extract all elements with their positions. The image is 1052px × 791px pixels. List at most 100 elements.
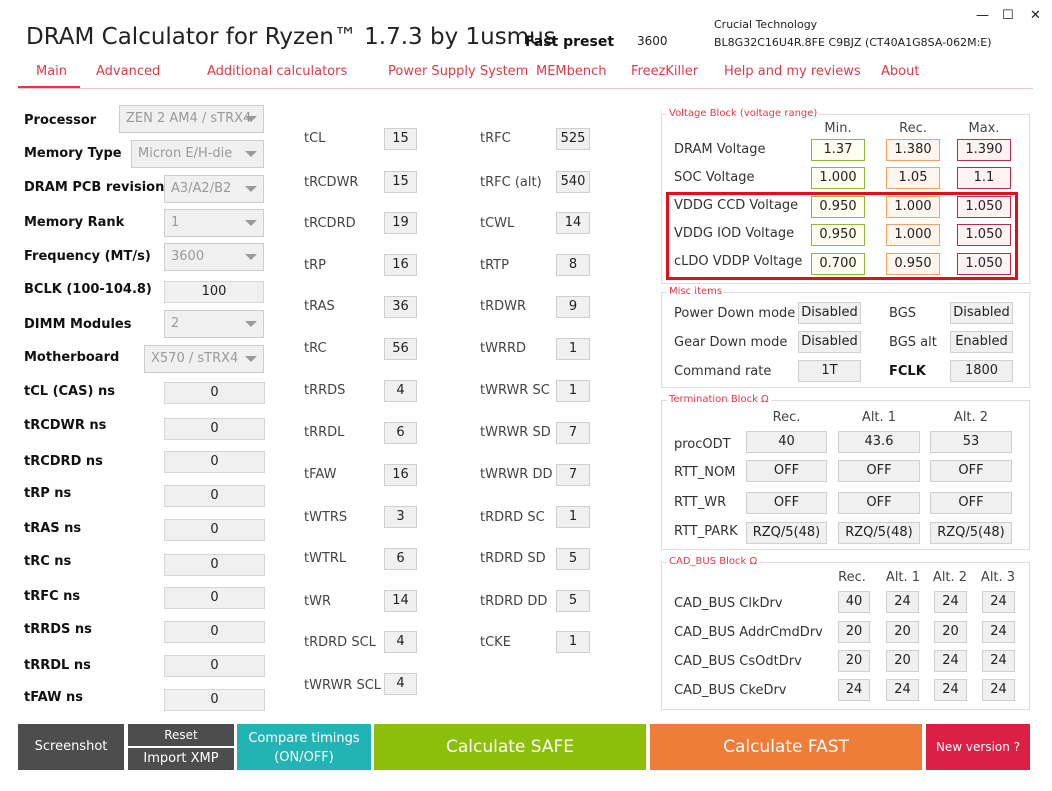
ns-input[interactable]: 0 bbox=[164, 485, 265, 507]
ns-input[interactable]: 0 bbox=[164, 655, 265, 677]
termination-value[interactable]: OFF bbox=[838, 492, 920, 514]
timing-input[interactable]: 15 bbox=[384, 171, 417, 193]
cadbus-value[interactable]: 24 bbox=[982, 621, 1015, 643]
calculate-fast-button[interactable]: Calculate FAST bbox=[650, 724, 922, 770]
timing-input[interactable]: 3 bbox=[384, 506, 417, 528]
timing-input[interactable]: 525 bbox=[556, 128, 590, 150]
voltage-min[interactable]: 1.37 bbox=[811, 139, 865, 161]
ns-input[interactable]: 0 bbox=[164, 587, 265, 609]
cadbus-value[interactable]: 24 bbox=[982, 679, 1015, 701]
voltage-rec[interactable]: 0.950 bbox=[886, 253, 940, 275]
ns-input[interactable]: 0 bbox=[164, 418, 265, 440]
ns-input[interactable]: 0 bbox=[164, 689, 265, 711]
cadbus-value[interactable]: 24 bbox=[934, 650, 967, 672]
power-down-value[interactable]: Disabled bbox=[798, 302, 861, 324]
timing-input[interactable]: 36 bbox=[384, 296, 417, 318]
pcb-revision-select[interactable]: A3/A2/B2 bbox=[164, 175, 264, 203]
ns-input[interactable]: 0 bbox=[164, 519, 265, 541]
voltage-max[interactable]: 1.050 bbox=[957, 253, 1011, 275]
termination-value[interactable]: RZQ/5(48) bbox=[930, 522, 1012, 544]
bclk-input[interactable]: 100 bbox=[164, 281, 264, 303]
voltage-min[interactable]: 0.950 bbox=[811, 224, 865, 246]
termination-value[interactable]: OFF bbox=[746, 492, 827, 514]
dimm-modules-select[interactable]: 2 bbox=[164, 310, 264, 338]
timing-input[interactable]: 7 bbox=[556, 464, 590, 486]
timing-input[interactable]: 56 bbox=[384, 338, 417, 360]
cadbus-value[interactable]: 24 bbox=[886, 679, 919, 701]
tab-freezkiller[interactable]: FreezKiller bbox=[631, 64, 698, 79]
termination-value[interactable]: 40 bbox=[746, 431, 827, 453]
timing-input[interactable]: 14 bbox=[384, 590, 417, 612]
voltage-rec[interactable]: 1.000 bbox=[886, 196, 940, 218]
calculate-safe-button[interactable]: Calculate SAFE bbox=[374, 724, 646, 770]
cadbus-value[interactable]: 40 bbox=[838, 591, 870, 613]
timing-input[interactable]: 1 bbox=[556, 338, 590, 360]
processor-select[interactable]: ZEN 2 AM4 / sTRX4 bbox=[119, 105, 264, 133]
voltage-min[interactable]: 0.950 bbox=[811, 196, 865, 218]
tab-membench[interactable]: MEMbench bbox=[536, 64, 607, 79]
timing-input[interactable]: 14 bbox=[556, 212, 590, 234]
timing-input[interactable]: 1 bbox=[556, 380, 590, 402]
command-rate-value[interactable]: 1T bbox=[798, 360, 861, 382]
timing-input[interactable]: 1 bbox=[556, 631, 590, 653]
termination-value[interactable]: RZQ/5(48) bbox=[838, 522, 920, 544]
fclk-value[interactable]: 1800 bbox=[950, 360, 1013, 382]
screenshot-button[interactable]: Screenshot bbox=[18, 724, 124, 770]
cadbus-value[interactable]: 20 bbox=[934, 621, 967, 643]
timing-input[interactable]: 8 bbox=[556, 254, 590, 276]
timing-input[interactable]: 4 bbox=[384, 380, 417, 402]
bgs-value[interactable]: Disabled bbox=[950, 302, 1013, 324]
reset-button[interactable]: Reset bbox=[128, 724, 234, 746]
cadbus-value[interactable]: 24 bbox=[934, 679, 967, 701]
memory-type-select[interactable]: Micron E/H-die bbox=[131, 140, 264, 168]
ns-input[interactable]: 0 bbox=[164, 554, 265, 576]
voltage-rec[interactable]: 1.05 bbox=[886, 167, 940, 189]
termination-value[interactable]: 53 bbox=[930, 431, 1012, 453]
ns-input[interactable]: 0 bbox=[164, 382, 265, 404]
cadbus-value[interactable]: 24 bbox=[982, 591, 1015, 613]
termination-value[interactable]: 43.6 bbox=[838, 431, 920, 453]
timing-input[interactable]: 6 bbox=[384, 422, 417, 444]
cadbus-value[interactable]: 24 bbox=[886, 591, 919, 613]
tab-power-supply-system[interactable]: Power Supply System bbox=[388, 64, 528, 79]
termination-value[interactable]: OFF bbox=[930, 460, 1012, 482]
minimize-icon[interactable]: — bbox=[976, 8, 989, 23]
termination-value[interactable]: RZQ/5(48) bbox=[746, 522, 827, 544]
cadbus-value[interactable]: 24 bbox=[982, 650, 1015, 672]
cadbus-value[interactable]: 24 bbox=[934, 591, 967, 613]
cadbus-value[interactable]: 20 bbox=[886, 621, 919, 643]
timing-input[interactable]: 5 bbox=[556, 548, 590, 570]
new-version-button[interactable]: New version ? bbox=[926, 724, 1030, 770]
tab-about[interactable]: About bbox=[881, 64, 919, 79]
motherboard-select[interactable]: X570 / sTRX4 bbox=[144, 345, 264, 373]
timing-input[interactable]: 540 bbox=[556, 171, 590, 193]
cadbus-value[interactable]: 20 bbox=[838, 621, 870, 643]
termination-value[interactable]: OFF bbox=[930, 492, 1012, 514]
timing-input[interactable]: 1 bbox=[556, 506, 590, 528]
close-icon[interactable]: ✕ bbox=[1030, 8, 1041, 23]
cadbus-value[interactable]: 20 bbox=[838, 650, 870, 672]
gear-down-value[interactable]: Disabled bbox=[798, 331, 861, 353]
compare-timings-button[interactable]: Compare timings (ON/OFF) bbox=[237, 724, 371, 770]
frequency-select[interactable]: 3600 bbox=[164, 243, 264, 271]
import-xmp-button[interactable]: Import XMP bbox=[128, 748, 234, 770]
cadbus-value[interactable]: 20 bbox=[886, 650, 919, 672]
voltage-max[interactable]: 1.050 bbox=[957, 196, 1011, 218]
voltage-min[interactable]: 1.000 bbox=[811, 167, 865, 189]
voltage-rec[interactable]: 1.000 bbox=[886, 224, 940, 246]
timing-input[interactable]: 7 bbox=[556, 422, 590, 444]
timing-input[interactable]: 9 bbox=[556, 296, 590, 318]
timing-input[interactable]: 16 bbox=[384, 464, 417, 486]
timing-input[interactable]: 4 bbox=[384, 673, 417, 695]
ns-input[interactable]: 0 bbox=[164, 621, 265, 643]
tab-advanced[interactable]: Advanced bbox=[96, 64, 160, 79]
voltage-min[interactable]: 0.700 bbox=[811, 253, 865, 275]
termination-value[interactable]: OFF bbox=[838, 460, 920, 482]
tab-help-reviews[interactable]: Help and my reviews bbox=[724, 64, 861, 79]
voltage-rec[interactable]: 1.380 bbox=[886, 139, 940, 161]
timing-input[interactable]: 19 bbox=[384, 212, 417, 234]
bgs-alt-value[interactable]: Enabled bbox=[950, 331, 1013, 353]
termination-value[interactable]: OFF bbox=[746, 460, 827, 482]
cadbus-value[interactable]: 24 bbox=[838, 679, 870, 701]
voltage-max[interactable]: 1.390 bbox=[957, 139, 1011, 161]
